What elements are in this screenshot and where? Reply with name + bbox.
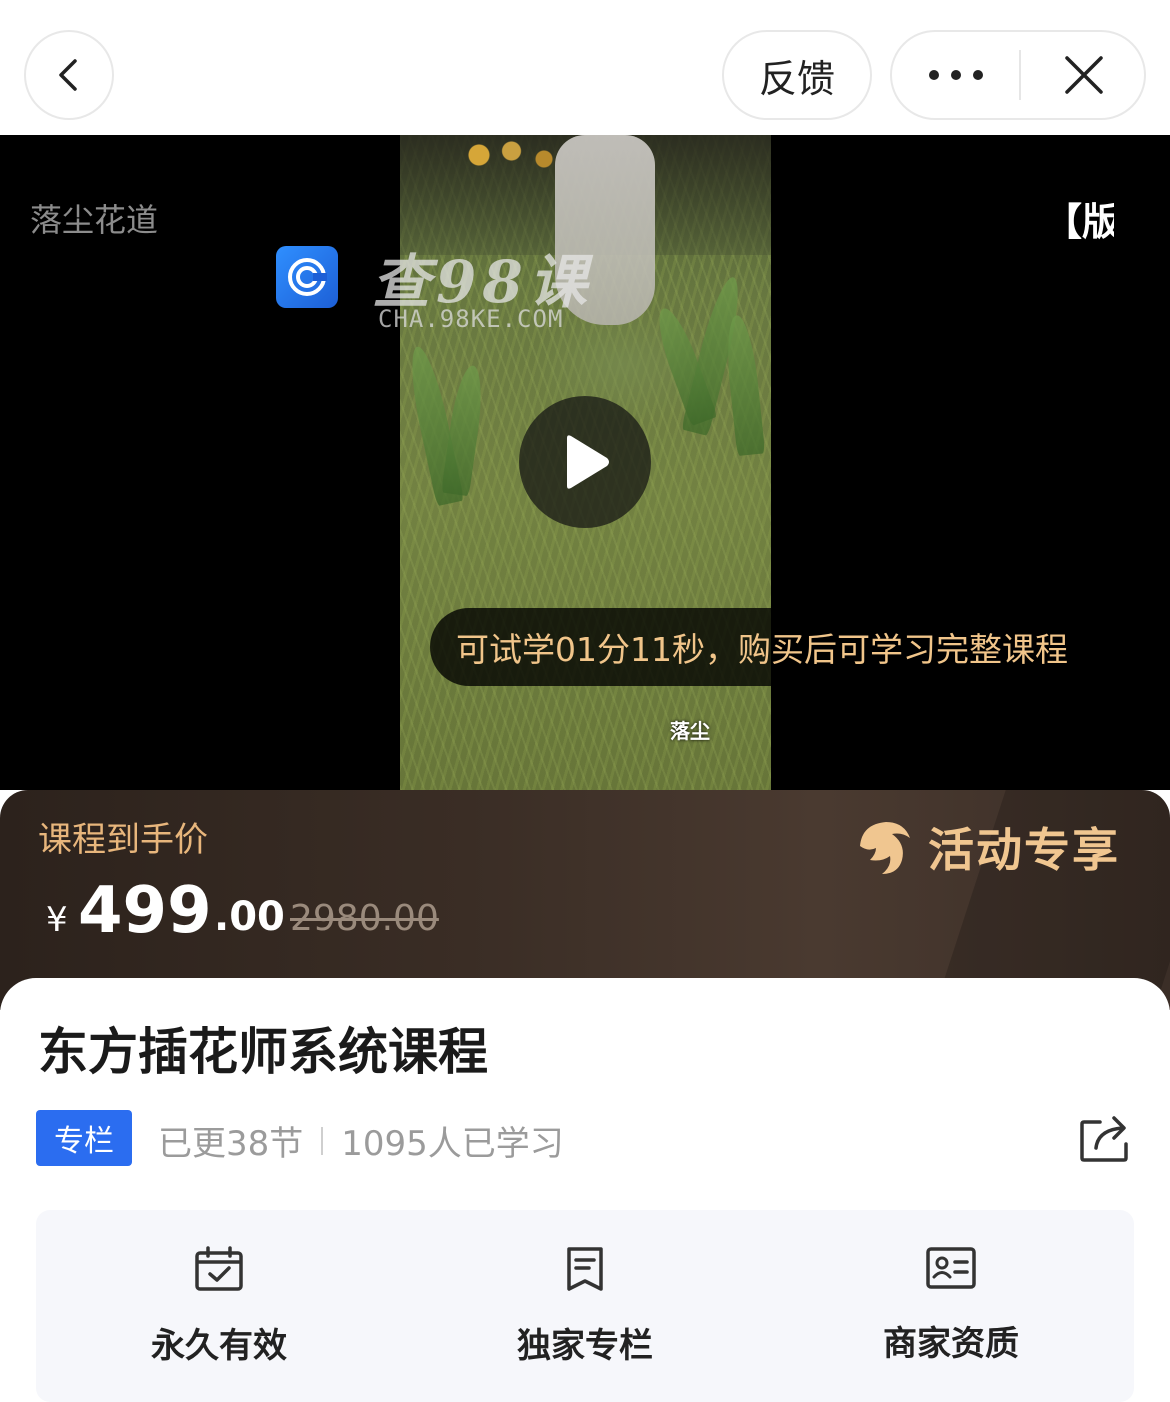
promo-badge: 活动专享: [852, 814, 1120, 880]
price-integer: 499: [78, 874, 212, 948]
calendar-check-icon: [195, 1246, 243, 1291]
flower-basket: [440, 135, 570, 175]
price-decimal: .00: [214, 894, 285, 940]
watermark-c-icon: [288, 258, 327, 296]
column-tag: 专栏: [36, 1110, 132, 1166]
learner-count: 1095人已学习: [341, 1124, 564, 1164]
feature-list: 永久有效 独家专栏 商家资质: [36, 1210, 1134, 1402]
frame-caption: 落尘: [670, 719, 710, 743]
update-count: 已更38节: [158, 1124, 304, 1164]
close-icon: [1065, 56, 1103, 94]
play-icon: [567, 435, 609, 489]
id-card-icon: [926, 1247, 976, 1289]
leaf: [722, 313, 766, 457]
feedback-button[interactable]: 反馈: [722, 30, 872, 120]
bookmark-doc-icon: [567, 1247, 603, 1291]
price-label: 课程到手价: [38, 820, 208, 860]
feature-label: 商家资质: [883, 1324, 1019, 1364]
channel-name: 落尘花道: [30, 201, 159, 239]
top-navigation-bar: 反馈: [0, 0, 1170, 135]
more-dots-icon: [929, 70, 983, 80]
chevron-left-icon: [59, 59, 77, 91]
share-icon: [1080, 1116, 1128, 1162]
play-button[interactable]: [519, 396, 651, 528]
watermark-url: CHA.98KE.COM: [378, 305, 564, 333]
course-meta: 已更38节 1095人已学习: [158, 1116, 564, 1165]
original-price: 2980.00: [290, 898, 439, 939]
feature-label: 永久有效: [151, 1326, 287, 1366]
trial-notice: 可试学01分11秒，购买后可学习完整课程: [430, 608, 1150, 686]
more-button[interactable]: [892, 32, 1020, 118]
mini-program-capsule: [890, 30, 1146, 120]
share-button[interactable]: [1078, 1114, 1134, 1164]
feature-exclusive[interactable]: 独家专栏: [402, 1210, 768, 1402]
capsule-divider: [1019, 50, 1021, 100]
watermark-logo: [276, 246, 338, 308]
course-info-card: 东方插花师系统课程 专栏 已更38节 1095人已学习 永久有效 独家专栏 商家…: [0, 978, 1170, 1402]
video-title-fragment: 【版: [1044, 200, 1114, 244]
course-title: 东方插花师系统课程: [38, 1023, 488, 1081]
dolphin-logo-icon: [860, 822, 910, 874]
feature-merchant[interactable]: 商家资质: [768, 1210, 1134, 1402]
feature-label: 独家专栏: [517, 1326, 653, 1366]
promo-text: 活动专享: [928, 823, 1120, 877]
feature-permanent[interactable]: 永久有效: [36, 1210, 402, 1402]
close-button[interactable]: [1022, 32, 1146, 118]
video-player[interactable]: 落尘花道 【版 查98课 CHA.98KE.COM 可试学01分11秒，购买后可…: [0, 135, 1170, 790]
currency-symbol: ¥: [46, 900, 68, 940]
price-banner: 课程到手价 ¥ 499 .00 2980.00 活动专享: [0, 790, 1170, 1010]
back-button[interactable]: [24, 30, 114, 120]
meta-divider: [321, 1126, 324, 1155]
